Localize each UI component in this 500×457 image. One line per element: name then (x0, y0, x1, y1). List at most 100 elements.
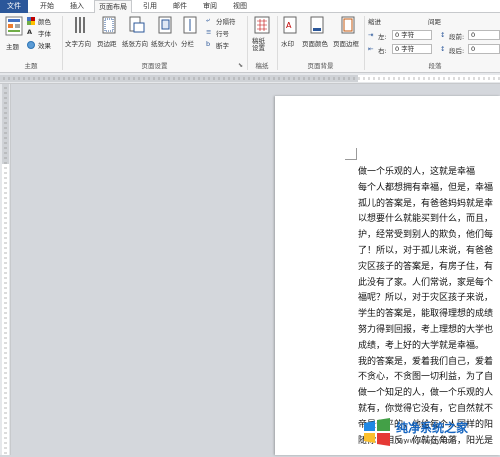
manuscript-group-label: 稿纸 (255, 62, 269, 70)
tab-page-layout[interactable]: 页面布局 (94, 0, 132, 14)
text-direction-button[interactable]: 文字方向 (65, 16, 95, 56)
document-line[interactable]: 以想要什么就能买到什么，而且， (358, 212, 500, 228)
document-line[interactable]: 做一个乐观的人，这就是幸福 (358, 165, 500, 181)
watermark-title: 纯净系统之家 (396, 421, 469, 435)
document-line[interactable]: 孤儿的答案是，有爸爸妈妈就是幸 (358, 197, 500, 213)
tab-file[interactable]: 文件 (0, 0, 28, 13)
paper-size-icon (158, 16, 172, 34)
space-before-label: 段前: (449, 33, 465, 41)
line-numbers-button[interactable]: ≡ 行号 (206, 28, 246, 38)
orientation-button[interactable]: 纸张方向 (122, 16, 150, 56)
orientation-icon (129, 16, 145, 33)
document-line[interactable]: 了！所以，对于孤儿来说，有爸爸 (358, 244, 500, 260)
paragraph-group-label: 段落 (428, 62, 442, 70)
line-numbers-icon: ≡ (206, 28, 212, 36)
color-palette-icon (27, 17, 35, 25)
page-color-label: 页面颜色 (302, 40, 328, 48)
page-border-icon (341, 16, 355, 34)
space-before-field[interactable]: 0 (468, 30, 500, 40)
document-line[interactable]: 做一个知足的人，做一个乐观的人 (358, 386, 500, 402)
document-line[interactable]: 学生的答案是，能取得理想的成绩 (358, 307, 500, 323)
breaks-icon: ⤶ (206, 16, 210, 24)
columns-label: 分栏 (181, 40, 194, 48)
theme-colors-label: 颜色 (38, 18, 51, 26)
indent-right-icon: ⇤ (368, 45, 374, 53)
hyphenation-icon: b (206, 40, 211, 48)
document-line[interactable]: 成绩，考上好的大学就是幸福。 (358, 339, 500, 355)
size-button[interactable]: 纸张大小 (151, 16, 179, 56)
document-line[interactable]: 我的答案是，爱着我们自己，爱着 (358, 355, 500, 371)
space-after-label: 段后: (449, 47, 465, 55)
document-line[interactable]: 不贪心，不贪图一切利益，为了自 (358, 370, 500, 386)
windows-logo-icon (364, 418, 390, 446)
theme-fonts-label: 字体 (38, 30, 51, 38)
dialog-launcher-icon[interactable]: ⬊ (238, 62, 243, 69)
document-line[interactable]: 福呢？所以，对于灾区孩子来说， (358, 291, 500, 307)
orientation-label: 纸张方向 (122, 40, 148, 48)
breaks-label: 分隔符 (216, 18, 236, 26)
indent-left-field[interactable]: 0 字符 (392, 30, 432, 40)
manuscript-label: 稿纸 设置 (252, 37, 265, 52)
theme-group-label: 主题 (24, 62, 38, 70)
effects-icon (27, 41, 35, 49)
columns-icon (183, 16, 197, 34)
text-direction-label: 文字方向 (65, 40, 91, 48)
margins-label: 页边距 (97, 40, 117, 48)
theme-icon (5, 16, 23, 36)
page-color-icon (310, 16, 324, 34)
tab-home[interactable]: 开始 (34, 0, 60, 13)
breaks-button[interactable]: ⤶ 分隔符 (206, 16, 246, 26)
space-after-icon: ↕ (440, 45, 446, 53)
indent-left-icon: ⇥ (368, 31, 374, 39)
tab-insert[interactable]: 插入 (64, 0, 90, 13)
document-text[interactable]: 做一个乐观的人，这就是幸福 每个人都想拥有幸福，但是，幸福 孤儿的答案是，有爸爸妈妈… (358, 165, 500, 449)
tab-references[interactable]: 引用 (138, 0, 162, 13)
page-border-button[interactable]: 页面边框 (333, 16, 363, 56)
tab-review[interactable]: 审阅 (198, 0, 222, 13)
document-line[interactable]: 努力得到回报，考上理想的大学也 (358, 323, 500, 339)
page-border-label: 页面边框 (333, 40, 359, 48)
manuscript-settings-button[interactable]: 稿纸 设置 (250, 16, 274, 58)
divider (364, 16, 365, 70)
space-before-icon: ↕ (440, 31, 446, 39)
text-direction-icon (75, 17, 85, 33)
indent-right-label: 右: (378, 47, 387, 55)
indent-title: 缩进 (368, 18, 381, 26)
theme-label: 主题 (6, 43, 19, 51)
columns-button[interactable]: 分栏 (181, 16, 199, 56)
theme-effects-label: 效果 (38, 42, 51, 50)
hyphenation-button[interactable]: b 断字 (206, 40, 246, 50)
ribbon: 主题 颜色 A 字体 效果 主题 文字方向 页边距 纸张方向 纸张大小 分栏 ⤶… (0, 13, 500, 73)
theme-fonts-button[interactable]: A 字体 (27, 28, 61, 38)
page-setup-group-label: 页面设置 (141, 62, 168, 70)
document-line[interactable]: 护，经常受到别人的欺负，他们每 (358, 228, 500, 244)
hyphenation-label: 断字 (216, 42, 229, 50)
ruler-ticks (2, 84, 9, 455)
tab-mailings[interactable]: 邮件 (168, 0, 192, 13)
svg-text:A: A (286, 21, 292, 30)
tab-view[interactable]: 视图 (228, 0, 252, 13)
site-watermark: 纯净系统之家 www.ycwjzy.com (362, 415, 494, 451)
horizontal-ruler[interactable] (0, 73, 500, 84)
theme-colors-button[interactable]: 颜色 (27, 16, 61, 26)
vertical-ruler[interactable] (0, 84, 11, 455)
theme-button[interactable]: 主题 (3, 16, 25, 54)
line-numbers-label: 行号 (216, 30, 229, 38)
margin-corner-mark (345, 148, 357, 160)
ribbon-tab-bar: 文件 开始 插入 页面布局 引用 邮件 审阅 视图 (0, 0, 500, 14)
watermark-button[interactable]: A 水印 (281, 16, 299, 56)
document-line[interactable]: 此没有了家。人们常说，家是每个 (358, 276, 500, 292)
document-line[interactable]: 每个人都想拥有幸福，但是，幸福 (358, 181, 500, 197)
indent-right-field[interactable]: 0 字符 (392, 44, 432, 54)
margins-button[interactable]: 页边距 (97, 16, 121, 56)
size-label: 纸张大小 (151, 40, 177, 48)
theme-effects-button[interactable]: 效果 (27, 40, 61, 50)
indent-left-label: 左: (378, 33, 387, 41)
manuscript-icon (254, 16, 270, 34)
margins-icon (102, 16, 116, 34)
page-color-button[interactable]: 页面颜色 (302, 16, 332, 56)
space-after-field[interactable]: 0 (468, 44, 500, 54)
document-line[interactable]: 灾区孩子的答案是，有房子住，有 (358, 260, 500, 276)
spacing-title: 间距 (428, 18, 441, 26)
watermark-icon: A (283, 16, 297, 34)
